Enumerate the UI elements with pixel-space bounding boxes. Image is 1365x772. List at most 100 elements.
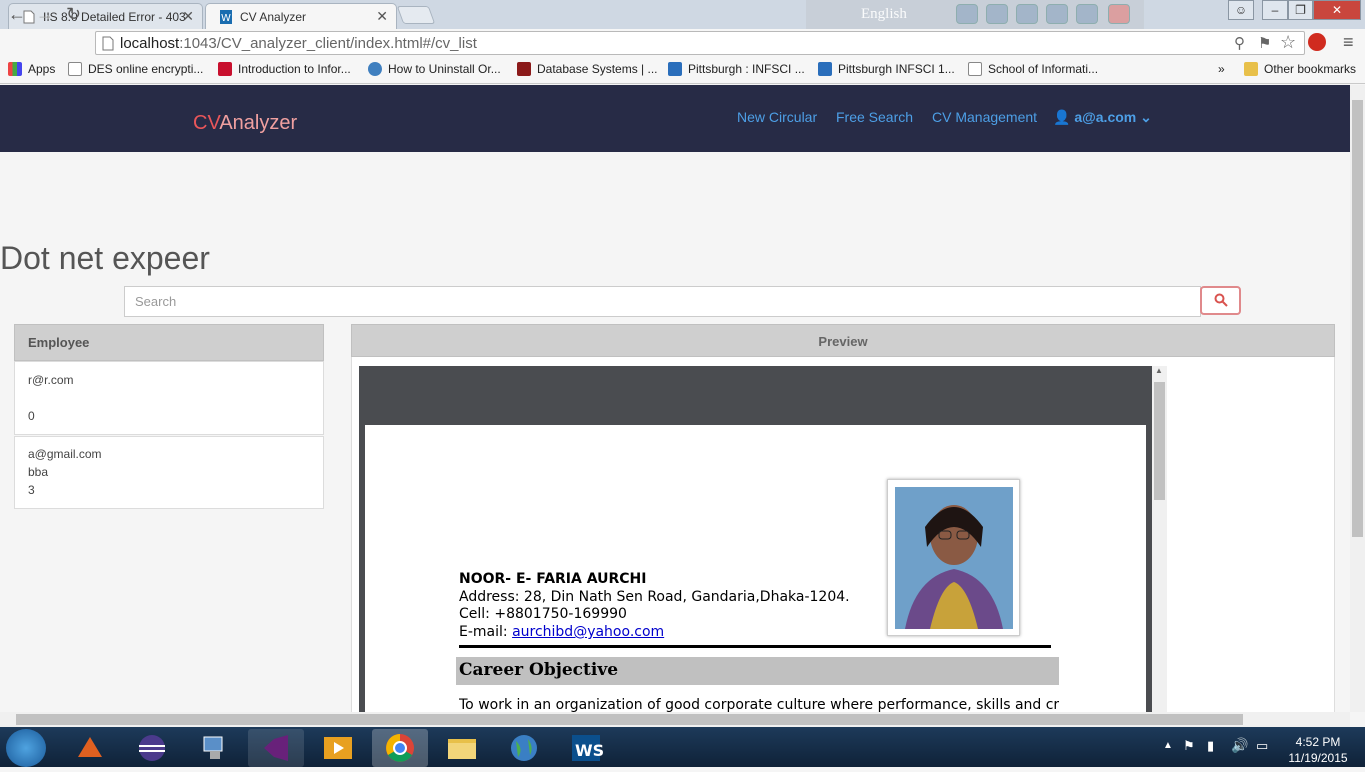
- page-icon: [68, 62, 82, 76]
- search-button[interactable]: [1200, 286, 1241, 315]
- page-icon: [102, 36, 114, 51]
- url-host: localhost: [120, 35, 180, 52]
- new-tab-button[interactable]: [396, 6, 436, 24]
- network-tool-icon[interactable]: [186, 729, 242, 767]
- close-tab-icon[interactable]: ✕: [376, 8, 388, 25]
- language-label[interactable]: English: [861, 6, 907, 23]
- volume-icon[interactable]: 🔊: [1231, 737, 1248, 754]
- address-bar[interactable]: localhost:1043/CV_analyzer_client/index.…: [95, 31, 1305, 55]
- toolbar-button[interactable]: [1046, 4, 1068, 24]
- chrome-icon[interactable]: [372, 729, 428, 767]
- menu-icon[interactable]: ≡: [1343, 32, 1354, 53]
- bookmark-item[interactable]: Introduction to Infor...: [218, 62, 351, 76]
- file-explorer-icon[interactable]: [434, 729, 490, 767]
- network-icon[interactable]: ▮: [1207, 738, 1214, 754]
- svg-text:W: W: [221, 13, 231, 24]
- start-button[interactable]: [6, 729, 46, 767]
- bookmark-item[interactable]: Database Systems | ...: [517, 62, 658, 76]
- other-bookmarks[interactable]: Other bookmarks: [1244, 62, 1356, 76]
- translate-toolbar: English: [806, 0, 1144, 29]
- user-menu[interactable]: 👤 a@a.com ⌄: [1053, 109, 1152, 126]
- globe-icon[interactable]: [496, 729, 552, 767]
- bookmark-item[interactable]: DES online encrypti...: [68, 62, 203, 76]
- scroll-up-icon[interactable]: ▲: [1155, 366, 1163, 375]
- clock-date: 11/19/2015: [1288, 751, 1348, 765]
- ws-logo-icon: W: [220, 10, 232, 24]
- nav-cv-management[interactable]: CV Management: [932, 109, 1037, 125]
- eclipse-icon[interactable]: [124, 729, 180, 767]
- media-player-icon[interactable]: [310, 729, 366, 767]
- tab-cv-analyzer[interactable]: W CV Analyzer ✕: [205, 3, 397, 29]
- site-icon: [218, 62, 232, 76]
- shield-icon: [668, 62, 682, 76]
- bookmark-apps[interactable]: Apps: [8, 62, 55, 76]
- webstorm-icon[interactable]: WS: [558, 729, 614, 767]
- settings-icon[interactable]: [1016, 4, 1038, 24]
- employee-item[interactable]: a@gmail.com bba 3: [14, 436, 324, 509]
- back-icon[interactable]: ←: [8, 4, 26, 25]
- search-input[interactable]: Search: [124, 286, 1201, 317]
- scrollbar-thumb[interactable]: [1154, 382, 1165, 500]
- bookmark-item[interactable]: Pittsburgh INFSCI 1...: [818, 62, 955, 76]
- extension-icon[interactable]: ⚑: [1258, 34, 1271, 52]
- toolbar-button[interactable]: [986, 4, 1008, 24]
- bookmark-label: School of Informati...: [988, 62, 1099, 76]
- cv-name: NOOR- E- FARIA AURCHI: [459, 571, 647, 587]
- reload-icon[interactable]: ↻: [66, 4, 81, 25]
- user-icon: 👤: [1053, 109, 1071, 125]
- bookmark-item[interactable]: Pittsburgh : INFSCI ...: [668, 62, 805, 76]
- bookmark-label: How to Uninstall Or...: [388, 62, 501, 76]
- show-hidden-icons[interactable]: ▲: [1163, 740, 1173, 751]
- nav-free-search[interactable]: Free Search: [836, 109, 913, 125]
- viewer-scrollbar[interactable]: ▲: [1152, 366, 1167, 712]
- action-center-icon[interactable]: ⚑: [1183, 738, 1195, 754]
- close-tab-icon[interactable]: ✕: [182, 8, 194, 25]
- toolbar-button[interactable]: [956, 4, 978, 24]
- system-clock[interactable]: 4:52 PM 11/19/2015: [1278, 734, 1358, 766]
- bookmark-item[interactable]: School of Informati...: [968, 62, 1098, 76]
- cv-email-link[interactable]: aurchibd@yahoo.com: [512, 624, 664, 640]
- bookmarks-overflow-button[interactable]: »: [1218, 62, 1225, 76]
- bookmark-item[interactable]: How to Uninstall Or...: [368, 62, 501, 76]
- preview-header-label: Preview: [818, 334, 868, 349]
- minimize-button[interactable]: –: [1262, 0, 1288, 20]
- close-window-button[interactable]: ✕: [1313, 0, 1361, 20]
- employee-header-label: Employee: [28, 335, 90, 350]
- employee-field: bba: [28, 465, 49, 479]
- chevron-down-icon: ⌄: [1140, 109, 1152, 125]
- help-icon[interactable]: [1076, 4, 1098, 24]
- employee-panel-header: Employee: [14, 324, 324, 361]
- brand-analyzer: Analyzer: [219, 112, 298, 134]
- tab-title: IIS 8.0 Detailed Error - 403: [43, 10, 186, 24]
- star-icon[interactable]: ☆: [1280, 32, 1296, 53]
- bookmark-label: Introduction to Infor...: [238, 62, 351, 76]
- adblock-icon[interactable]: [1308, 33, 1326, 51]
- battery-icon[interactable]: ▭: [1256, 738, 1268, 754]
- scrollbar-thumb[interactable]: [16, 714, 1243, 725]
- cv-objective-text: To work in an organization of good corpo…: [459, 697, 1059, 712]
- bookmark-label: Other bookmarks: [1264, 62, 1357, 76]
- url-text: localhost:1043/CV_analyzer_client/index.…: [120, 35, 477, 52]
- scrollbar-thumb[interactable]: [1352, 100, 1363, 537]
- user-email: a@a.com: [1074, 109, 1137, 125]
- page-vertical-scrollbar[interactable]: [1350, 85, 1365, 712]
- site-icon: [368, 62, 382, 76]
- preview-panel-header: Preview: [351, 324, 1335, 357]
- cv-email-line: E-mail: aurchibd@yahoo.com: [459, 624, 664, 640]
- brand-logo[interactable]: CVAnalyzer: [193, 112, 297, 135]
- page-horizontal-scrollbar[interactable]: [0, 712, 1350, 727]
- section-title: Career Objective: [459, 660, 619, 680]
- zoom-icon[interactable]: ⚲: [1234, 34, 1245, 52]
- employee-item[interactable]: r@r.com 0: [14, 361, 324, 435]
- url-path: :1043/CV_analyzer_client/index.html#/cv_…: [179, 35, 477, 52]
- cv-cell: Cell: +8801750-169990: [459, 606, 627, 622]
- visual-studio-icon[interactable]: [248, 729, 304, 767]
- matlab-icon[interactable]: [62, 729, 118, 767]
- maximize-button[interactable]: ❐: [1288, 0, 1313, 20]
- user-icon[interactable]: ☺: [1228, 0, 1254, 20]
- forward-icon[interactable]: →: [36, 4, 54, 25]
- close-icon[interactable]: [1108, 4, 1130, 24]
- employee-score: 0: [28, 409, 35, 423]
- employee-email: a@gmail.com: [28, 447, 102, 461]
- nav-new-circular[interactable]: New Circular: [737, 109, 817, 125]
